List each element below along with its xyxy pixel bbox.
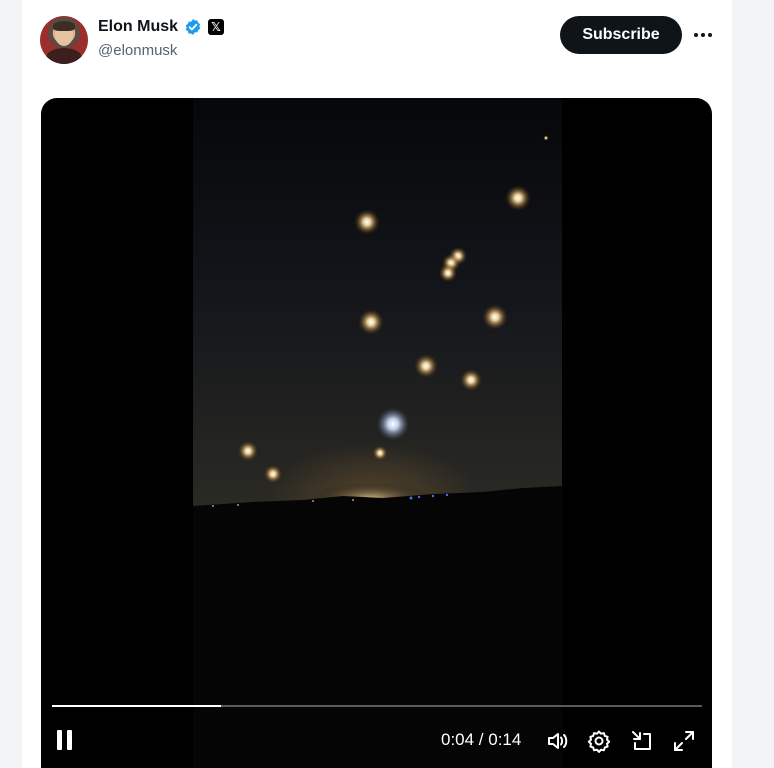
video-controls: 0:04 / 0:14	[41, 722, 712, 762]
night-sky-lights	[237, 135, 549, 484]
settings-icon[interactable]	[586, 728, 612, 754]
avatar[interactable]	[40, 16, 88, 64]
post-card: Elon Musk 𝕏 @elonmusk Subscribe 0:04 / 0…	[22, 0, 732, 768]
subscribe-button[interactable]: Subscribe	[560, 16, 682, 54]
video-frame	[193, 98, 562, 768]
pause-icon[interactable]	[57, 730, 75, 750]
video-progress-fill	[52, 705, 221, 707]
verified-badge-icon	[184, 18, 202, 36]
volume-icon[interactable]	[545, 728, 571, 754]
picture-in-picture-icon[interactable]	[629, 728, 655, 754]
video-player[interactable]: 0:04 / 0:14	[41, 98, 712, 768]
more-options-icon[interactable]	[690, 22, 716, 48]
video-time: 0:04 / 0:14	[441, 730, 522, 749]
video-progress-bar[interactable]	[52, 705, 702, 707]
author-name[interactable]: Elon Musk	[98, 18, 178, 36]
x-affiliate-badge-icon: 𝕏	[208, 19, 225, 35]
author-handle[interactable]: @elonmusk	[98, 42, 177, 59]
author-name-row: Elon Musk 𝕏	[98, 18, 225, 36]
fullscreen-icon[interactable]	[671, 728, 697, 754]
